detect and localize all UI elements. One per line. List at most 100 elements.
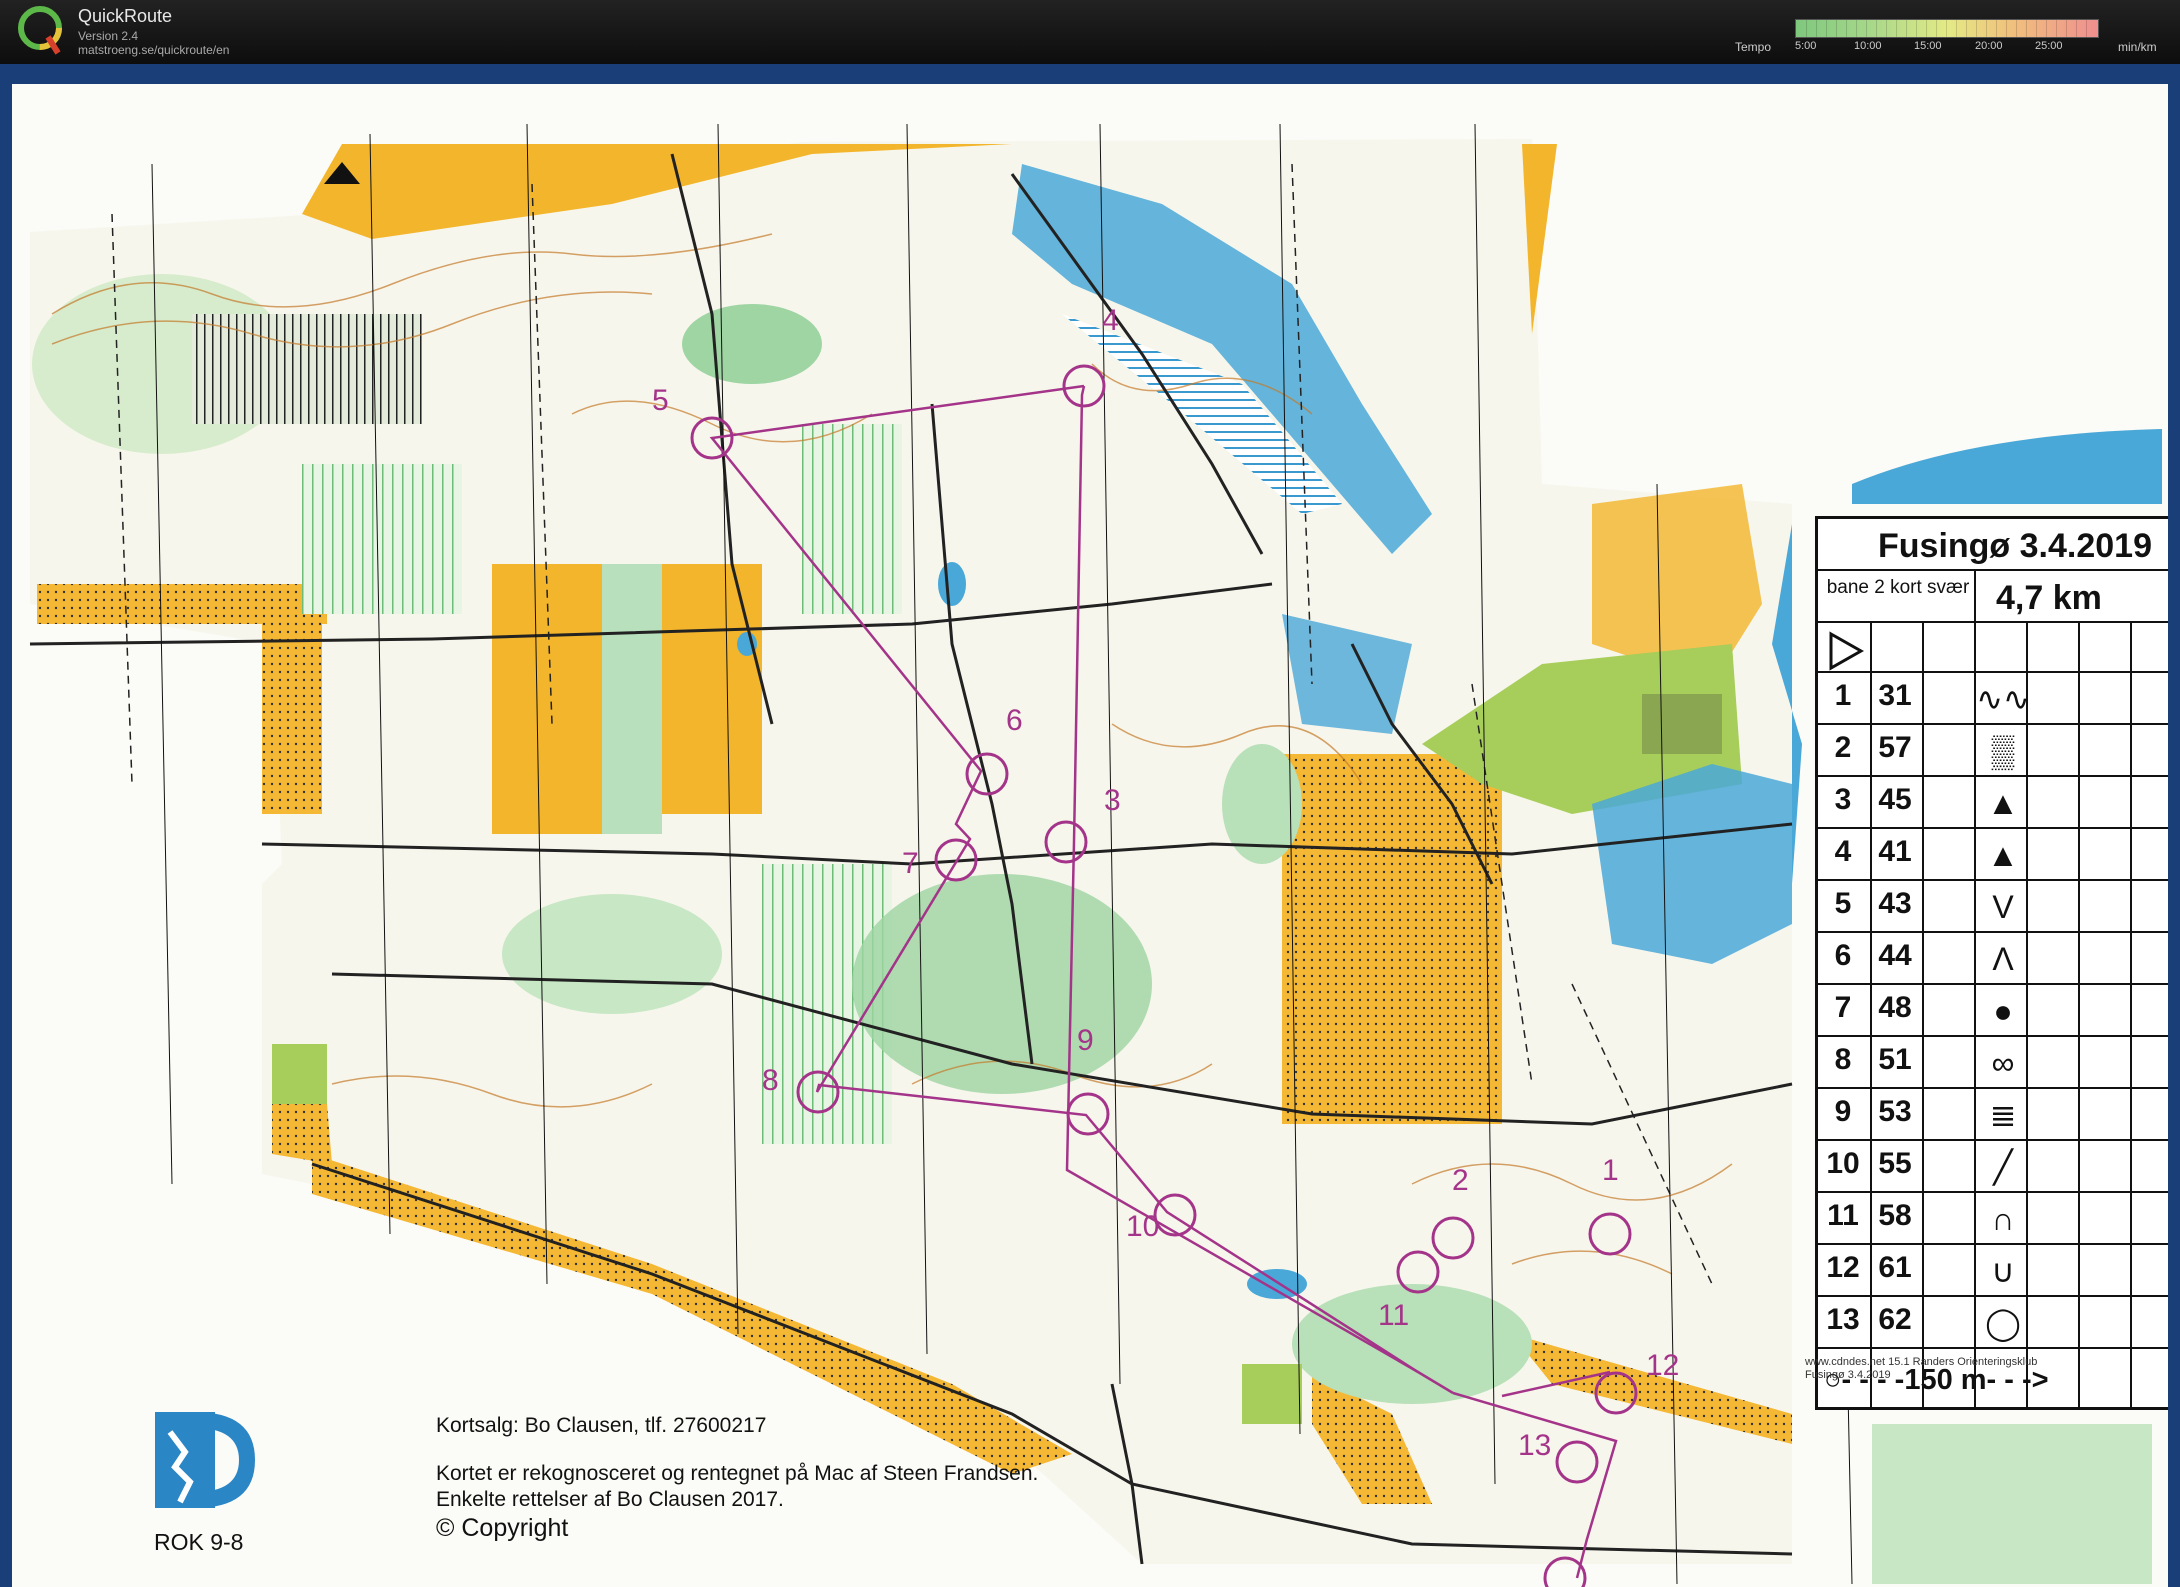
table-divider <box>1818 879 2168 881</box>
control-code: 57 <box>1878 731 1912 764</box>
map-control-label: 12 <box>1646 1349 1680 1382</box>
control-symbol-icon: Λ <box>1992 941 2014 977</box>
club-logo-icon <box>155 1412 255 1508</box>
tempo-tick <box>1856 20 1857 37</box>
tempo-tick <box>1916 20 1917 37</box>
control-code: 48 <box>1878 991 1912 1024</box>
table-divider <box>1818 671 2168 673</box>
copyright: © Copyright <box>436 1514 569 1542</box>
map-control-label: 3 <box>1104 784 1121 817</box>
tempo-tick <box>2066 20 2067 37</box>
tempo-tick <box>2046 20 2047 37</box>
forest-area <box>502 894 722 1014</box>
tempo-unit: min/km <box>2118 40 2157 54</box>
tempo-tick <box>1996 20 1997 37</box>
map-canvas[interactable]: 4 5 6 7 3 8 9 10 2 1 11 12 13 Fusingø 3.… <box>0 64 2180 1587</box>
control-symbol-icon: ▲ <box>1987 785 2019 821</box>
map-credits-line-1: Kortet er rekognosceret og rentegnet på … <box>436 1462 1039 1485</box>
control-symbol-icon: ◯ <box>1985 1305 2021 1341</box>
tempo-tick <box>1826 20 1827 37</box>
course-title: Fusingø 3.4.2019 <box>1878 527 2152 565</box>
control-code: 43 <box>1878 887 1912 920</box>
tempo-tick <box>2056 20 2057 37</box>
control-symbol-icon: ● <box>1993 993 2013 1029</box>
tempo-tick-label: 5:00 <box>1795 40 1817 52</box>
title-bar: QuickRoute Version 2.4 matstroeng.se/qui… <box>0 0 2180 64</box>
printer-info: www.cdndes.net 15.1 Randers Orienterings… <box>1805 1356 2038 1368</box>
printer-info: Fusingø 3.4.2019 <box>1805 1369 1891 1381</box>
control-number: 5 <box>1834 887 1852 920</box>
tempo-tick-label: 15:00 <box>1914 40 1942 52</box>
table-divider <box>1922 621 1924 1407</box>
control-code: 41 <box>1878 835 1912 868</box>
pond <box>938 562 966 606</box>
table-divider <box>1818 775 2168 777</box>
table-divider <box>2130 621 2132 1407</box>
control-symbol-icon: ▒ <box>1991 733 2015 769</box>
map-control-label: 9 <box>1077 1024 1094 1057</box>
tempo-tick <box>1806 20 1807 37</box>
table-divider <box>1818 1035 2168 1037</box>
control-code: 44 <box>1878 939 1912 972</box>
map-control-label: 1 <box>1602 1154 1619 1187</box>
control-code: 31 <box>1878 679 1912 712</box>
control-code: 45 <box>1878 783 1912 816</box>
club-code: ROK 9-8 <box>154 1529 244 1555</box>
control-code: 51 <box>1878 1043 1912 1076</box>
tempo-tick-label: 20:00 <box>1975 40 2003 52</box>
control-code: 61 <box>1878 1251 1912 1284</box>
control-code: 62 <box>1878 1303 1912 1336</box>
table-divider <box>1818 1087 2168 1089</box>
quickroute-logo-icon <box>18 6 62 55</box>
map-control-label: 11 <box>1378 1299 1410 1332</box>
rough-open-land <box>262 624 322 814</box>
tempo-tick <box>2006 20 2007 37</box>
control-code: 53 <box>1878 1095 1912 1128</box>
field-yellow <box>662 564 762 814</box>
orienteering-map[interactable]: 4 5 6 7 3 8 9 10 2 1 11 12 13 Fusingø 3.… <box>12 84 2168 1587</box>
control-number: 7 <box>1834 991 1852 1024</box>
green-strip-forest <box>802 424 902 614</box>
map-control-label: 4 <box>1102 304 1119 337</box>
control-number: 8 <box>1834 1043 1852 1076</box>
control-number: 2 <box>1834 731 1852 764</box>
settlement-area <box>1242 1364 1302 1424</box>
forest-area <box>682 304 822 384</box>
tempo-tick <box>2086 20 2087 37</box>
map-credits-line-2: Enkelte rettelser af Bo Clausen 2017. <box>436 1488 784 1511</box>
tempo-tick <box>1846 20 1847 37</box>
green-strip-forest <box>302 464 462 614</box>
control-symbol-icon: ∞ <box>1991 1045 2015 1081</box>
lake <box>1592 764 1792 964</box>
map-control-label: 13 <box>1518 1429 1552 1462</box>
tempo-tick <box>1866 20 1867 37</box>
table-divider <box>1818 1243 2168 1245</box>
map-control-label: 5 <box>652 384 669 417</box>
map-control-label: 6 <box>1006 704 1023 737</box>
rough-open-land <box>37 584 327 624</box>
tempo-tick <box>1836 20 1837 37</box>
tempo-tick <box>1886 20 1887 37</box>
control-code: 55 <box>1878 1147 1912 1180</box>
tempo-tick <box>1956 20 1957 37</box>
control-description-table: Fusingø 3.4.2019 bane 2 kort svær 4,7 km <box>1815 516 2168 1410</box>
control-symbol-icon: ≣ <box>1989 1097 2017 1133</box>
table-divider <box>1818 1139 2168 1141</box>
control-symbol-icon: ∪ <box>1991 1253 2015 1289</box>
map-control-label: 7 <box>902 847 919 880</box>
control-symbol-icon: ╱ <box>1993 1149 2013 1185</box>
table-divider <box>1818 723 2168 725</box>
app-url[interactable]: matstroeng.se/quickroute/en <box>78 43 229 57</box>
tempo-label: Tempo <box>1735 40 1772 54</box>
start-triangle-icon <box>1829 631 1864 671</box>
table-divider <box>1818 1191 2168 1193</box>
settlement-area <box>272 1044 327 1104</box>
tempo-tick <box>1976 20 1977 37</box>
control-symbol-icon: ▲ <box>1987 837 2019 873</box>
map-control-label: 10 <box>1126 1210 1160 1243</box>
control-number: 9 <box>1834 1095 1852 1128</box>
map-sale-info: Kortsalg: Bo Clausen, tlf. 27600217 <box>436 1414 767 1437</box>
table-divider <box>1818 1295 2168 1297</box>
lake <box>1852 429 2162 504</box>
table-divider <box>1818 931 2168 933</box>
